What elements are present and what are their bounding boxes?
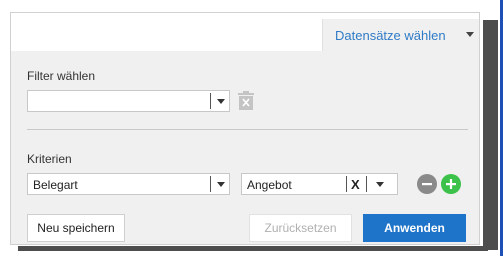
trash-icon[interactable] <box>237 91 255 111</box>
combo-separator <box>210 93 211 109</box>
combo-separator <box>346 176 347 192</box>
criteria-field-value: Belegart <box>33 178 78 192</box>
apply-button[interactable]: Anwenden <box>363 214 466 242</box>
filter-label: Filter wählen <box>27 69 96 83</box>
clear-value-icon[interactable]: X <box>351 177 360 192</box>
filter-select[interactable] <box>27 90 230 112</box>
record-selection-dropdown[interactable]: Datensätze wählen <box>322 19 479 51</box>
chevron-down-icon[interactable] <box>217 182 225 187</box>
criteria-value-select[interactable]: Angebot X <box>241 173 398 195</box>
combo-separator <box>210 176 211 192</box>
reset-button[interactable]: Zurücksetzen <box>249 214 352 242</box>
save-new-button[interactable]: Neu speichern <box>27 214 125 242</box>
remove-criterion-icon[interactable] <box>417 174 437 194</box>
panel-shadow-bottom <box>18 246 488 251</box>
chevron-down-icon[interactable] <box>376 182 384 187</box>
record-selection-label: Datensätze wählen <box>335 28 446 43</box>
add-criterion-icon[interactable] <box>441 174 461 194</box>
section-divider <box>27 129 468 130</box>
chevron-down-icon <box>466 32 474 37</box>
filter-panel: Datensätze wählen Filter wählen Kriterie… <box>10 12 480 245</box>
panel-header: Datensätze wählen <box>11 13 479 51</box>
criteria-label: Kriterien <box>27 152 72 166</box>
criteria-value: Angebot <box>247 178 292 192</box>
criteria-field-select[interactable]: Belegart <box>27 173 230 195</box>
panel-shadow-right <box>483 20 498 250</box>
chevron-down-icon[interactable] <box>217 99 225 104</box>
combo-separator <box>366 176 367 192</box>
